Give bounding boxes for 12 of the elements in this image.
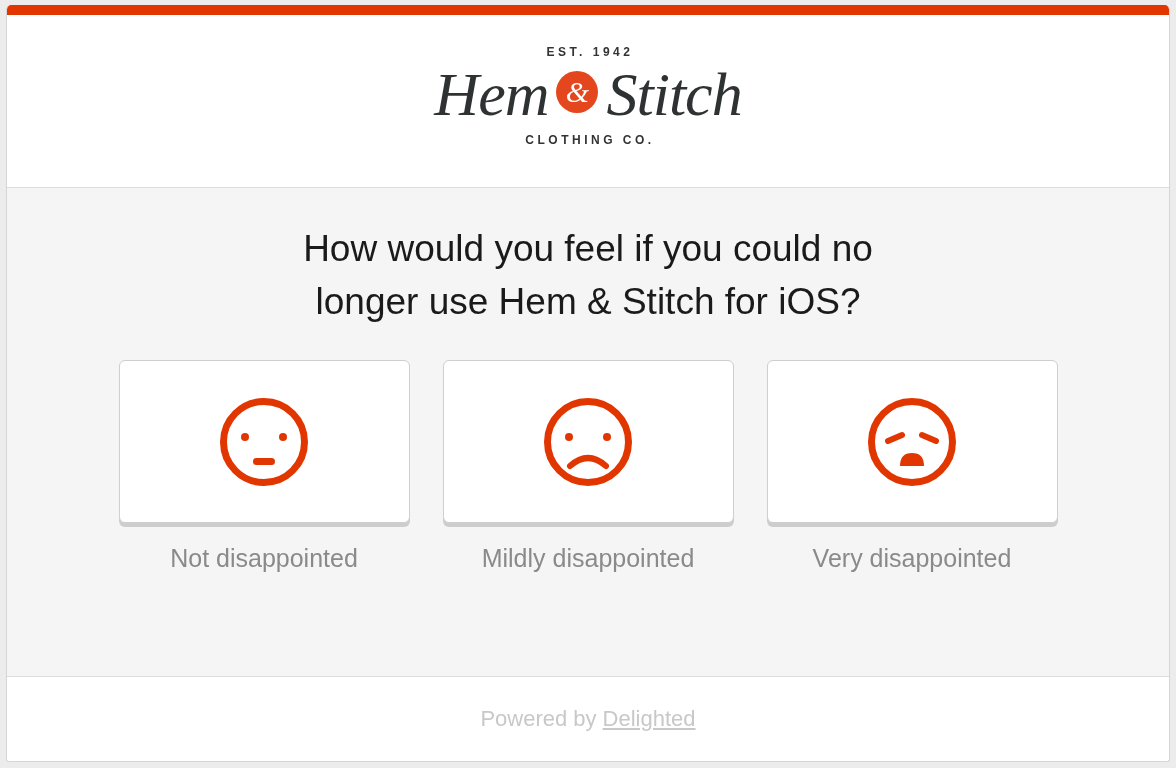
logo-wordmark: Stitch: [606, 61, 742, 127]
distressed-face-icon: [867, 396, 957, 487]
logo-ampersand: &: [556, 71, 599, 113]
logo-wordmark: Hem: [434, 61, 549, 127]
sad-face-icon: [543, 396, 633, 487]
option-label: Mildly disappointed: [481, 543, 695, 573]
survey-question: How would you feel if you could no longer use Hem & Stitch for iOS?: [302, 227, 874, 324]
logo-tagline: EST. 1942: [546, 45, 634, 59]
option-label: Not disappointed: [170, 543, 358, 573]
option-label: Very disappointed: [812, 543, 1012, 573]
neutral-face-icon: [219, 396, 309, 487]
logo-tagline: CLOTHING CO.: [525, 133, 655, 147]
